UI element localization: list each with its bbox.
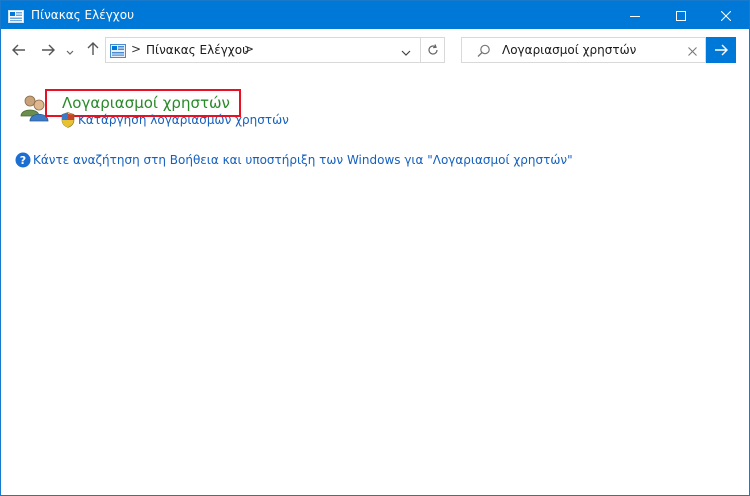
remove-user-accounts-link[interactable]: Κατάργηση λογαριασμών χρηστών [78, 113, 289, 127]
result-title-link[interactable]: Λογαριασμοί χρηστών [62, 94, 230, 112]
window-title: Πίνακας Ελέγχου [31, 8, 135, 22]
svg-text:?: ? [20, 154, 26, 167]
minimize-icon [630, 6, 640, 25]
go-arrow-icon [714, 41, 728, 60]
breadcrumb-separator[interactable]: > [131, 42, 141, 56]
back-button[interactable] [8, 39, 30, 61]
refresh-icon [427, 41, 439, 60]
search-box[interactable]: Λογαριασμοί χρηστών [461, 37, 706, 63]
search-icon [476, 43, 492, 59]
search-go-button[interactable] [706, 37, 736, 63]
clear-icon [687, 41, 697, 60]
recent-locations-button[interactable] [62, 39, 78, 61]
control-panel-icon [8, 8, 24, 23]
control-panel-icon [110, 43, 126, 58]
forward-arrow-icon [41, 41, 55, 60]
shield-icon [61, 112, 75, 128]
up-button[interactable] [82, 39, 104, 61]
close-icon [720, 6, 732, 25]
close-button[interactable] [703, 1, 749, 29]
address-bar[interactable]: > Πίνακας Ελέγχου > [105, 37, 421, 63]
windows-help-search-link[interactable]: Κάντε αναζήτηση στη Βοήθεια και υποστήρι… [33, 153, 573, 167]
clear-search-button[interactable] [684, 42, 700, 58]
help-icon: ? [15, 152, 31, 168]
chevron-down-icon [401, 41, 411, 60]
chevron-down-icon [66, 41, 74, 60]
maximize-icon [676, 6, 686, 25]
title-bar[interactable]: Πίνακας Ελέγχου [1, 1, 749, 29]
forward-button[interactable] [37, 39, 59, 61]
control-panel-window: Πίνακας Ελέγχου > Πίνακας Ελέγχου > Λογα… [0, 0, 750, 496]
maximize-button[interactable] [658, 1, 704, 29]
refresh-button[interactable] [421, 37, 445, 63]
back-arrow-icon [12, 41, 26, 60]
breadcrumb-control-panel[interactable]: Πίνακας Ελέγχου [146, 43, 249, 57]
search-input[interactable]: Λογαριασμοί χρηστών [502, 43, 636, 57]
up-arrow-icon [87, 41, 99, 60]
breadcrumb-separator[interactable]: > [244, 42, 254, 56]
address-history-button[interactable] [392, 38, 420, 62]
search-results-pane: Λογαριασμοί χρηστών Κατάργηση λογαριασμώ… [1, 73, 749, 495]
navigation-bar: > Πίνακας Ελέγχου > Λογαριασμοί χρηστών [1, 29, 749, 73]
minimize-button[interactable] [612, 1, 658, 29]
